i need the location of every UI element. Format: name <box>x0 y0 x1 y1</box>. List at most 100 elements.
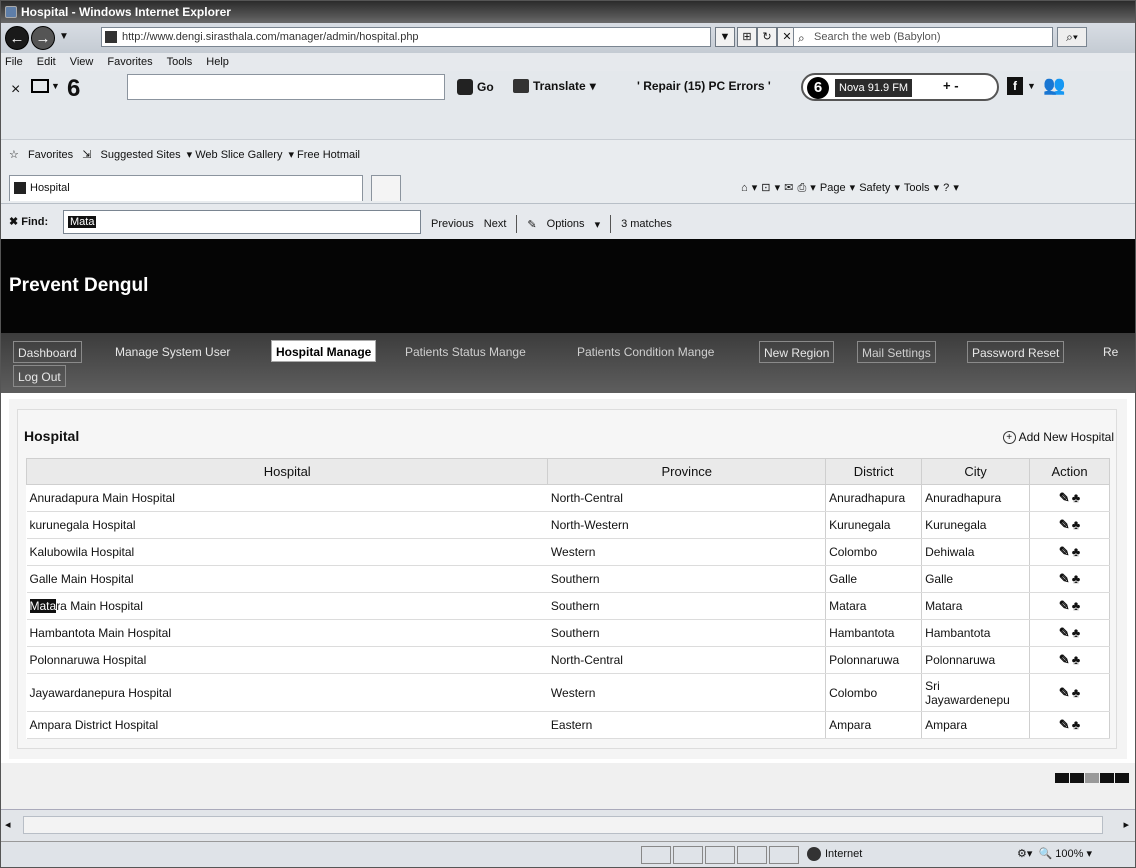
tab-hospital[interactable]: Hospital <box>9 175 363 201</box>
add-new-hospital-link[interactable]: + Add New Hospital <box>1002 430 1114 444</box>
recent-pages-chevron-icon[interactable]: ▼ <box>59 31 69 42</box>
command-bar[interactable]: ⌂ ▾ ⊡ ▾ ✉ ⎙ ▾ Page ▾ Safety ▾ Tools ▾ ? … <box>741 181 959 195</box>
scroll-right-icon[interactable]: ▸ <box>1123 818 1129 831</box>
scroll-track[interactable] <box>23 816 1103 834</box>
nav-password-reset[interactable]: Password Reset <box>967 341 1065 363</box>
print-icon[interactable]: ⎙ <box>797 182 806 194</box>
feeds-icon[interactable]: ⊡ <box>761 182 770 194</box>
hospital-panel: Hospital + Add New Hospital Hospital Pro… <box>17 409 1117 749</box>
edit-icon[interactable]: ✎ <box>1059 544 1070 560</box>
go-button[interactable]: Go <box>457 79 494 95</box>
edit-icon[interactable]: ✎ <box>1059 717 1070 733</box>
radio-station[interactable]: Nova 91.9 FM <box>835 79 913 97</box>
security-zone[interactable]: Internet <box>807 842 862 866</box>
toolbar-search-input[interactable] <box>127 74 445 100</box>
find-next-button[interactable]: Next <box>484 218 507 230</box>
delete-icon[interactable]: ♣ <box>1072 571 1081 586</box>
radio-widget[interactable]: 6 Nova 91.9 FM + - <box>801 73 999 101</box>
nav-patients-condition-mange[interactable]: Patients Condition Mange <box>573 341 718 363</box>
city-cell: Kurunegala <box>921 511 1030 539</box>
nav-truncated[interactable]: Re <box>1099 341 1122 363</box>
back-button[interactable]: ← <box>5 26 29 50</box>
hospital-cell: Polonnaruwa Hospital <box>26 646 548 674</box>
web-slice-gallery-link[interactable]: Web Slice Gallery <box>195 149 282 161</box>
delete-icon[interactable]: ♣ <box>1072 625 1081 640</box>
nav-patients-status-mange[interactable]: Patients Status Mange <box>401 341 530 363</box>
search-placeholder: Search the web (Babylon) <box>814 31 941 43</box>
nav-hospital-manage[interactable]: Hospital Manage <box>271 340 377 362</box>
delete-icon[interactable]: ♣ <box>1072 652 1081 667</box>
find-previous-button[interactable]: Previous <box>431 218 474 230</box>
mail-icon[interactable]: ✉ <box>784 182 793 194</box>
delete-icon[interactable]: ♣ <box>1072 544 1081 559</box>
edit-icon[interactable]: ✎ <box>1059 571 1070 587</box>
address-input[interactable]: http://www.dengi.sirasthala.com/manager/… <box>101 27 711 47</box>
protected-mode-icon[interactable]: ⚙▾ <box>1017 848 1032 860</box>
delete-icon[interactable]: ♣ <box>1072 517 1081 532</box>
search-input[interactable]: ⌕ Search the web (Babylon) <box>793 27 1053 47</box>
nav-dashboard[interactable]: Dashboard <box>13 341 82 363</box>
help-icon[interactable]: ? <box>943 182 949 194</box>
edit-icon[interactable]: ✎ <box>1059 625 1070 641</box>
delete-icon[interactable]: ♣ <box>1072 685 1081 700</box>
hospital-cell: Ampara District Hospital <box>26 711 548 739</box>
edit-icon[interactable]: ✎ <box>1059 517 1070 533</box>
zoom-control[interactable]: ⚙▾ 🔍 100% ▾ <box>1017 842 1092 866</box>
edit-icon[interactable]: ✎ <box>1059 598 1070 614</box>
six-logo-icon[interactable]: 6 <box>67 75 80 103</box>
go-icon <box>457 79 473 95</box>
screen-icon[interactable] <box>31 79 49 93</box>
delete-icon[interactable]: ♣ <box>1072 490 1081 505</box>
edit-icon[interactable]: ✎ <box>1059 490 1070 506</box>
province-cell: Southern <box>547 619 826 647</box>
facebook-icon[interactable]: f <box>1007 77 1023 95</box>
find-options-button[interactable]: Options <box>547 218 585 230</box>
scroll-left-icon[interactable]: ◂ <box>5 818 11 831</box>
forward-button[interactable]: → <box>31 26 55 50</box>
status-cell <box>769 846 799 864</box>
edit-icon[interactable]: ✎ <box>1059 685 1070 701</box>
delete-icon[interactable]: ♣ <box>1072 598 1081 613</box>
nav-log-out[interactable]: Log Out <box>13 365 66 387</box>
add-favorites-icon[interactable]: ⇲ <box>82 149 91 161</box>
people-icon[interactable]: 👥 <box>1043 75 1065 96</box>
command-menus[interactable]: Page ▾ Safety ▾ Tools ▾ <box>820 182 939 194</box>
favorites-star-icon[interactable]: ☆ <box>9 149 19 161</box>
menu-bar: File Edit View Favorites Tools Help <box>1 53 1135 71</box>
radio-volume-controls[interactable]: + - <box>943 78 959 93</box>
menu-favorites[interactable]: Favorites <box>107 53 152 71</box>
site-header: Prevent Dengul <box>1 239 1135 333</box>
close-toolbar-icon[interactable]: × <box>11 81 20 99</box>
search-icon[interactable]: ⌕▾ <box>1057 27 1087 47</box>
hospital-cell: Hambantota Main Hospital <box>26 619 548 647</box>
nav-manage-system-user[interactable]: Manage System User <box>111 341 234 363</box>
find-highlight: Mata <box>29 599 57 613</box>
screen-dropdown-icon[interactable]: ▼ <box>51 81 60 91</box>
edit-icon[interactable]: ✎ <box>1059 652 1070 668</box>
menu-view[interactable]: View <box>70 53 94 71</box>
delete-icon[interactable]: ♣ <box>1072 717 1081 732</box>
new-tab-button[interactable] <box>371 175 401 201</box>
horizontal-scrollbar[interactable]: ◂ ▸ <box>1 809 1135 841</box>
favorites-button[interactable]: Favorites <box>28 149 73 161</box>
compatibility-view-icon[interactable]: ⊞ <box>737 27 757 47</box>
translate-button[interactable]: Translate ▾ <box>513 79 596 93</box>
suggested-sites-link[interactable]: Suggested Sites <box>101 149 181 161</box>
facebook-dropdown-icon[interactable]: ▼ <box>1027 81 1036 91</box>
nav-mail-settings[interactable]: Mail Settings <box>857 341 936 363</box>
menu-help[interactable]: Help <box>206 53 229 71</box>
separator <box>516 215 518 233</box>
table-row: Galle Main Hospital Southern Galle Galle… <box>26 565 1110 593</box>
menu-tools[interactable]: Tools <box>167 53 193 71</box>
menu-edit[interactable]: Edit <box>37 53 56 71</box>
nav-new-region[interactable]: New Region <box>759 341 835 363</box>
free-hotmail-link[interactable]: Free Hotmail <box>297 149 360 161</box>
find-controls: Previous Next ✎ Options ▾ 3 matches <box>431 215 672 233</box>
refresh-icon[interactable]: ↻ <box>757 27 777 47</box>
highlight-matches-icon[interactable]: ✎ <box>527 218 536 231</box>
home-icon[interactable]: ⌂ <box>741 182 748 194</box>
find-input[interactable]: Mata <box>63 210 421 234</box>
address-dropdown-icon[interactable]: ▼ <box>715 27 735 47</box>
menu-file[interactable]: File <box>5 53 23 71</box>
repair-pc-errors-button[interactable]: ' Repair (15) PC Errors ' <box>637 79 771 93</box>
